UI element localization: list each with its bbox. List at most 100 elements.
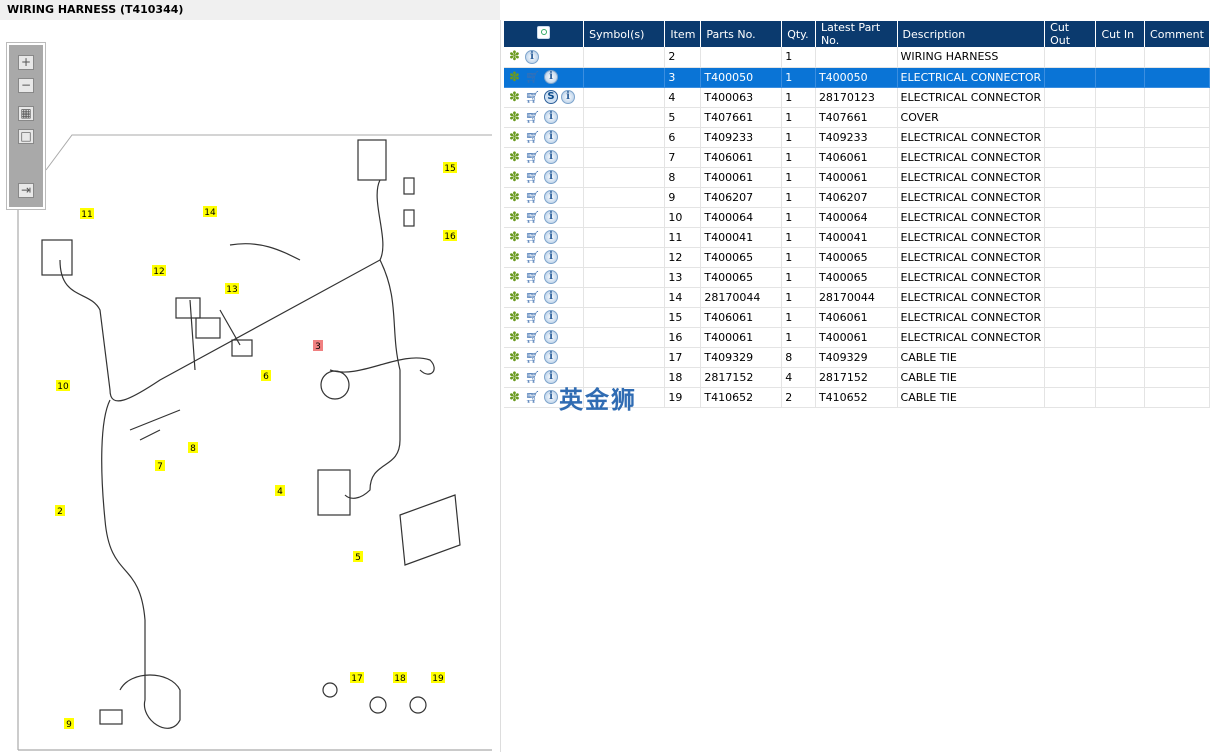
info-icon[interactable]: i xyxy=(544,170,558,184)
fit-view-button[interactable]: ▦ xyxy=(18,106,34,121)
cart-icon[interactable]: 🛒︎ xyxy=(525,130,541,144)
info-icon[interactable]: i xyxy=(544,350,558,364)
cart-icon[interactable]: 🛒︎ xyxy=(525,370,541,384)
callout-number[interactable]: 2 xyxy=(57,507,63,517)
callout-number[interactable]: 18 xyxy=(394,674,406,684)
info-icon[interactable]: i xyxy=(544,370,558,384)
cart-icon[interactable]: 🛒︎ xyxy=(525,350,541,364)
gear-icon[interactable]: ✽ xyxy=(509,130,522,145)
toggle-panel-button[interactable]: ⇥ xyxy=(18,183,34,198)
table-row[interactable]: ✽ 🛒︎ i 3 T400050 1 T400050 ELECTRICAL CONNECTOR xyxy=(504,67,1210,88)
callout-number[interactable]: 9 xyxy=(66,720,72,730)
info-icon[interactable]: i xyxy=(544,310,558,324)
table-row[interactable]: ✽ 🛒︎ i 16 T400061 1 T400061 ELECTRICAL CONNECTO… xyxy=(504,327,1210,348)
table-row[interactable]: ✽ 🛒︎ Si 4 T400063 1 28170123 ELECTRICAL CONNECT… xyxy=(504,87,1210,108)
gear-icon[interactable]: ✽ xyxy=(509,90,522,105)
table-row[interactable]: ✽ 🛒︎ i 5 T407661 1 T407661 COVER xyxy=(504,107,1210,128)
cart-icon[interactable]: 🛒︎ xyxy=(525,270,541,284)
gear-icon[interactable]: ✽ xyxy=(509,150,522,165)
info-icon[interactable]: i xyxy=(544,150,558,164)
info-icon[interactable]: i xyxy=(561,90,575,104)
callout-number[interactable]: 10 xyxy=(57,382,69,392)
callout-number[interactable]: 12 xyxy=(153,267,164,277)
cart-icon[interactable]: 🛒︎ xyxy=(525,110,541,124)
callout-number[interactable]: 17 xyxy=(351,674,362,684)
callout-number[interactable]: 8 xyxy=(190,444,196,454)
gear-icon[interactable]: ✽ xyxy=(509,370,522,385)
column-header[interactable]: Cut In xyxy=(1095,21,1146,47)
info-icon[interactable]: i xyxy=(544,330,558,344)
callout-number[interactable]: 13 xyxy=(226,285,237,295)
gear-icon[interactable]: ✽ xyxy=(509,190,522,205)
cart-icon[interactable]: 🛒︎ xyxy=(525,190,541,204)
callout-number[interactable]: 19 xyxy=(432,674,444,684)
cart-icon[interactable]: 🛒︎ xyxy=(525,150,541,164)
info-icon[interactable]: i xyxy=(544,210,558,224)
cart-icon[interactable]: 🛒︎ xyxy=(525,70,541,84)
column-header[interactable]: Cut Out xyxy=(1044,21,1097,47)
gear-icon[interactable]: ✽ xyxy=(509,70,522,85)
table-row[interactable]: ✽ 🛒︎ i 17 T409329 8 T409329 CABLE TIE xyxy=(504,347,1210,368)
callout-number[interactable]: 11 xyxy=(81,210,92,220)
column-header[interactable]: Parts No. xyxy=(700,21,783,47)
search-parts-icon[interactable] xyxy=(537,26,551,39)
zoom-out-button[interactable]: − xyxy=(18,78,34,93)
table-row[interactable]: ✽ 🛒︎ i 12 T400065 1 T400065 ELECTRICAL CONNECTO… xyxy=(504,247,1210,268)
table-row[interactable]: ✽ 🛒︎ i 11 T400041 1 T400041 ELECTRICAL CONNECTO… xyxy=(504,227,1210,248)
gear-icon[interactable]: ✽ xyxy=(509,290,522,305)
gear-icon[interactable]: ✽ xyxy=(509,310,522,325)
table-row[interactable]: ✽ 🛒︎ i 10 T400064 1 T400064 ELECTRICAL CONNECTO… xyxy=(504,207,1210,228)
diagram-panel[interactable]: 11 14 15 16 12 13 3 6 10 8 7 2 4 5 17 18 19 9 + − ▦ □ ⇥ xyxy=(0,20,498,752)
callout-number[interactable]: 5 xyxy=(355,553,361,563)
callout-number[interactable]: 3 xyxy=(315,342,321,352)
info-icon[interactable]: i xyxy=(525,49,539,64)
callout-number[interactable]: 7 xyxy=(157,462,163,472)
cart-icon[interactable]: 🛒︎ xyxy=(525,210,541,224)
cart-icon[interactable]: 🛒︎ xyxy=(525,230,541,244)
column-header[interactable] xyxy=(504,21,585,47)
gear-icon[interactable]: ✽ xyxy=(509,330,522,345)
zoom-in-button[interactable]: + xyxy=(18,55,34,70)
gear-icon[interactable]: ✽ xyxy=(509,350,522,365)
cart-icon[interactable]: 🛒︎ xyxy=(525,330,541,344)
table-row[interactable]: ✽ i 2 1 WIRING HARNESS xyxy=(504,47,1210,68)
column-header[interactable]: Symbol(s) xyxy=(583,21,666,47)
gear-icon[interactable]: ✽ xyxy=(509,250,522,265)
callout-number[interactable]: 6 xyxy=(263,372,269,382)
actual-size-button[interactable]: □ xyxy=(18,129,34,144)
table-row[interactable]: ✽ 🛒︎ i 8 T400061 1 T400061 ELECTRICAL CONNECTOR xyxy=(504,167,1210,188)
info-icon[interactable]: i xyxy=(544,390,558,404)
gear-icon[interactable]: ✽ xyxy=(509,210,522,225)
gear-icon[interactable]: ✽ xyxy=(509,390,522,405)
info-icon[interactable]: i xyxy=(544,110,558,124)
column-header[interactable]: Latest Part No. xyxy=(815,21,898,47)
table-row[interactable]: ✽ 🛒︎ i 15 T406061 1 T406061 ELECTRICAL CONNECTO… xyxy=(504,307,1210,328)
table-row[interactable]: ✽ 🛒︎ i 13 T400065 1 T400065 ELECTRICAL CONNECTO… xyxy=(504,267,1210,288)
info-icon[interactable]: i xyxy=(544,290,558,304)
table-row[interactable]: ✽ 🛒︎ i 9 T406207 1 T406207 ELECTRICAL CONNECTOR xyxy=(504,187,1210,208)
info-icon[interactable]: i xyxy=(544,190,558,204)
info-icon[interactable]: i xyxy=(544,130,558,144)
column-header[interactable]: Description xyxy=(897,21,1046,47)
table-row[interactable]: ✽ 🛒︎ i 7 T406061 1 T406061 ELECTRICAL CONNECTOR xyxy=(504,147,1210,168)
column-header[interactable]: Comment xyxy=(1144,21,1210,47)
cart-icon[interactable]: 🛒︎ xyxy=(525,290,541,304)
cart-icon[interactable]: 🛒︎ xyxy=(525,170,541,184)
gear-icon[interactable]: ✽ xyxy=(509,110,522,125)
gear-icon[interactable]: ✽ xyxy=(509,170,522,185)
info-icon[interactable]: i xyxy=(544,250,558,264)
cart-icon[interactable]: 🛒︎ xyxy=(525,250,541,264)
callout-number[interactable]: 15 xyxy=(444,164,455,174)
supersession-icon[interactable]: S xyxy=(544,90,558,104)
table-row[interactable]: ✽ 🛒︎ i 14 28170044 1 28170044 ELECTRICAL CONNEC… xyxy=(504,287,1210,308)
wiring-diagram[interactable]: 11 14 15 16 12 13 3 6 10 8 7 2 4 5 17 18 19 9 xyxy=(0,20,498,752)
callout-number[interactable]: 16 xyxy=(444,232,456,242)
gear-icon[interactable]: ✽ xyxy=(509,270,522,285)
column-header[interactable]: Item xyxy=(664,21,702,47)
info-icon[interactable]: i xyxy=(544,270,558,284)
cart-icon[interactable]: 🛒︎ xyxy=(525,90,541,104)
callout-number[interactable]: 4 xyxy=(277,487,283,497)
cart-icon[interactable]: 🛒︎ xyxy=(525,390,541,404)
cart-icon[interactable]: 🛒︎ xyxy=(525,310,541,324)
gear-icon[interactable]: ✽ xyxy=(509,230,522,245)
